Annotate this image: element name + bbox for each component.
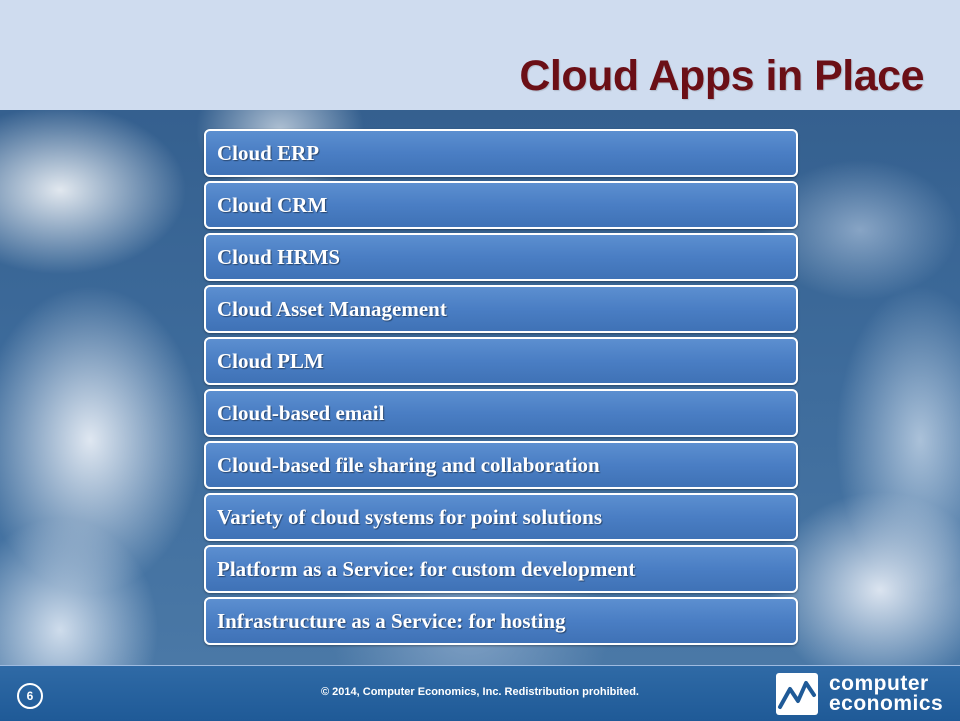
list-item: Cloud PLM (204, 337, 798, 385)
list-item: Platform as a Service: for custom develo… (204, 545, 798, 593)
slide-title: Cloud Apps in Place (519, 52, 924, 100)
list-item: Cloud CRM (204, 181, 798, 229)
list-item: Cloud-based email (204, 389, 798, 437)
cloud-apps-list: Cloud ERP Cloud CRM Cloud HRMS Cloud Ass… (204, 129, 798, 649)
slide-footer: 6 © 2014, Computer Economics, Inc. Redis… (0, 665, 960, 721)
company-logo: computer economics (776, 673, 956, 717)
logo-text-line1: computer (829, 672, 929, 695)
slide-header: Cloud Apps in Place (0, 0, 960, 110)
list-item: Cloud HRMS (204, 233, 798, 281)
chart-wave-logo-icon (776, 673, 818, 715)
list-item: Cloud-based file sharing and collaborati… (204, 441, 798, 489)
logo-text-line2: economics (829, 692, 944, 715)
list-item: Cloud Asset Management (204, 285, 798, 333)
list-item: Variety of cloud systems for point solut… (204, 493, 798, 541)
copyright-notice: © 2014, Computer Economics, Inc. Redistr… (321, 686, 639, 698)
list-item: Infrastructure as a Service: for hosting (204, 597, 798, 645)
list-item: Cloud ERP (204, 129, 798, 177)
page-number-badge: 6 (17, 683, 43, 709)
